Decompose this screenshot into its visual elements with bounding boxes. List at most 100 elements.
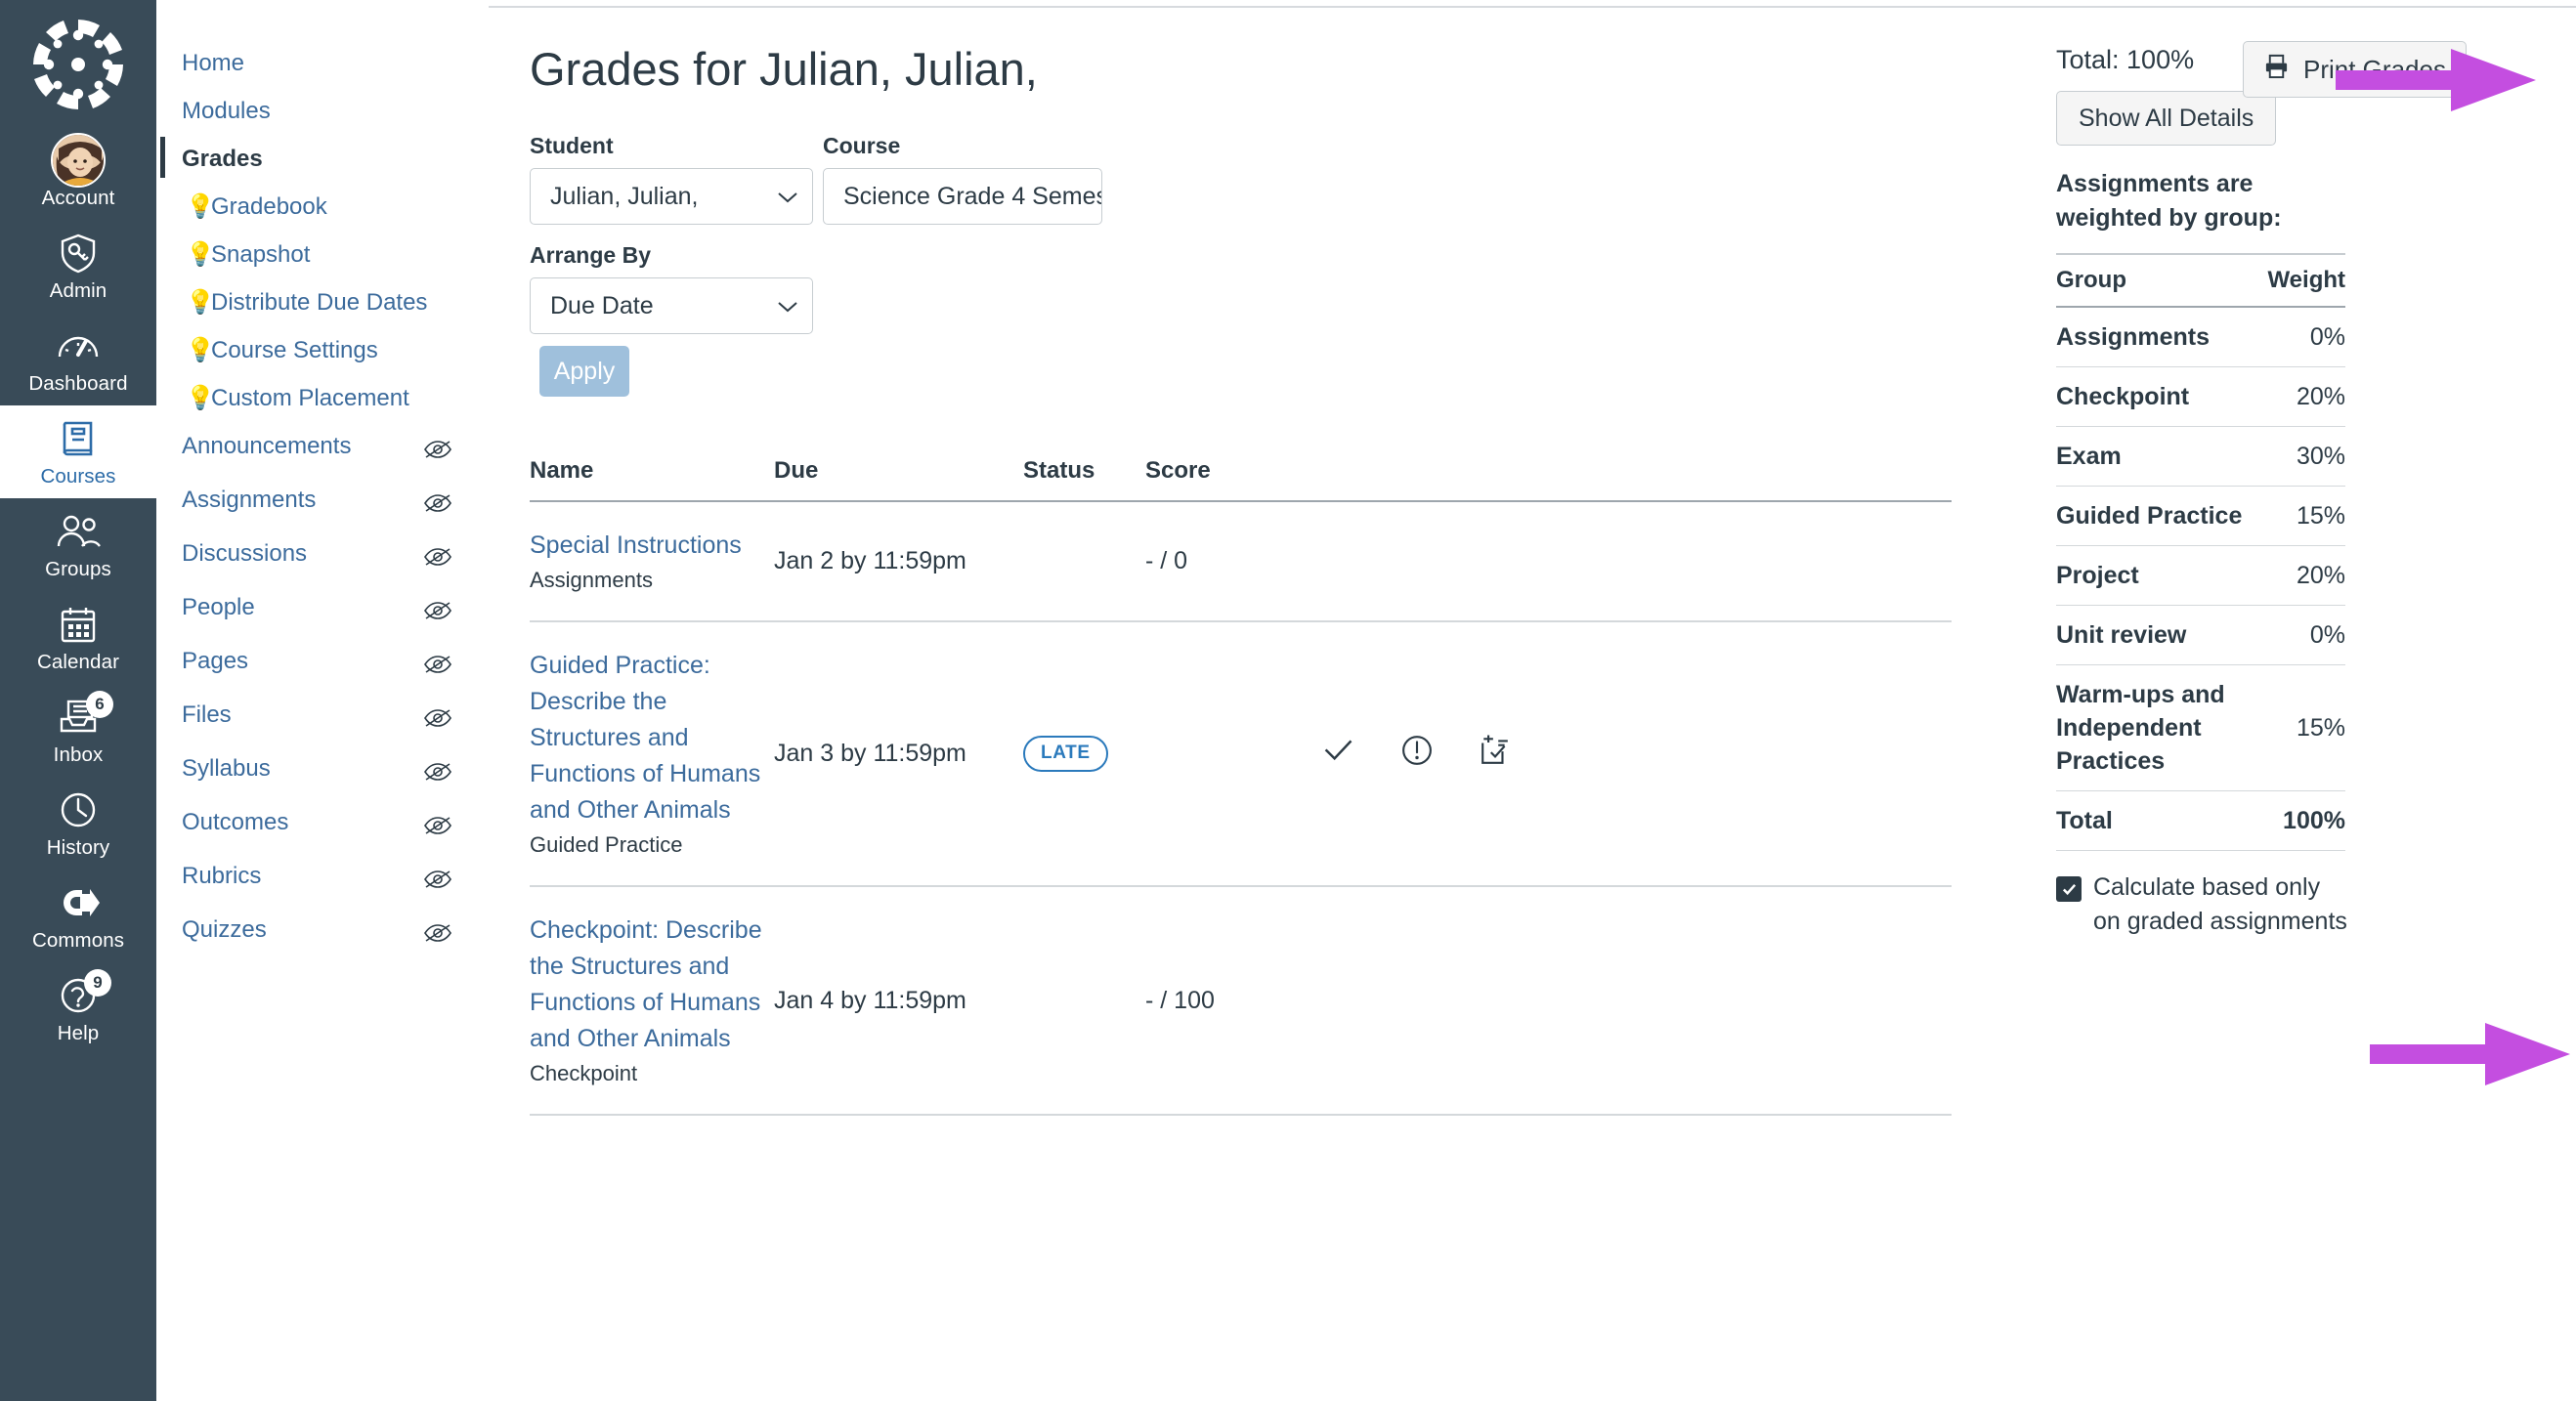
assignment-link[interactable]: Guided Practice: Describe the Structures…: [530, 648, 774, 828]
global-nav-item-groups[interactable]: Groups: [0, 498, 156, 591]
book-icon: [58, 416, 99, 461]
global-nav-item-calendar[interactable]: Calendar: [0, 591, 156, 684]
course-nav-item-custom-placement[interactable]: 💡Custom Placement: [156, 374, 488, 422]
weight-group-name: Warm-ups and Independent Practices: [2056, 664, 2268, 791]
table-row: Project 20%: [2056, 545, 2345, 606]
calculate-graded-only-row[interactable]: Calculate based only on graded assignmen…: [2056, 870, 2347, 939]
print-grades-button[interactable]: Print Grades: [2243, 41, 2467, 98]
assignment-group: Checkpoint: [530, 1061, 638, 1085]
hidden-eye-icon: [423, 436, 452, 468]
course-nav-label: People: [182, 594, 255, 620]
assignment-group-weights-table: Group Weight Assignments 0% Checkpoint 2…: [2056, 253, 2345, 851]
course-nav-item-rubrics[interactable]: Rubrics: [156, 852, 488, 906]
course-nav-item-home[interactable]: Home: [156, 39, 488, 87]
course-select[interactable]: Science Grade 4 Semester: [823, 168, 1102, 225]
grades-sidebar: Total: 100% Show All Details Assignments…: [1976, 37, 2347, 1116]
weight-value: 20%: [2267, 366, 2345, 427]
weights-header-row: Group Weight: [2056, 253, 2345, 308]
table-row: Special Instructions Assignments Jan 2 b…: [530, 501, 1952, 622]
global-nav-item-admin[interactable]: Admin: [0, 220, 156, 313]
course-nav-item-outcomes[interactable]: Outcomes: [156, 798, 488, 852]
course-nav-item-syllabus[interactable]: Syllabus: [156, 744, 488, 798]
global-nav-label: Groups: [45, 558, 111, 580]
hidden-eye-icon: [423, 489, 452, 522]
canvas-logo-icon[interactable]: [29, 16, 127, 113]
course-nav-item-gradebook[interactable]: 💡Gradebook: [156, 183, 488, 231]
course-nav-label: Pages: [182, 648, 249, 674]
rubric-icon[interactable]: [1480, 735, 1511, 773]
global-nav-label: Dashboard: [28, 372, 128, 395]
score-cell: - / 0: [1145, 501, 1321, 622]
due-cell: Jan 2 by 11:59pm: [774, 501, 1023, 622]
check-icon: [1321, 738, 1354, 771]
arrange-by-label: Arrange By: [530, 242, 651, 268]
weight-value: 20%: [2267, 545, 2345, 606]
hidden-eye-icon: [423, 812, 452, 844]
print-grades-label: Print Grades: [2303, 54, 2446, 84]
course-nav-item-quizzes[interactable]: Quizzes: [156, 906, 488, 959]
global-nav-item-account[interactable]: Account: [0, 127, 156, 220]
course-nav-label: Announcements: [182, 433, 352, 459]
course-nav-item-modules[interactable]: Modules: [156, 87, 488, 135]
calculate-graded-only-label: Calculate based only on graded assignmen…: [2093, 873, 2347, 935]
course-nav-item-files[interactable]: Files: [156, 691, 488, 744]
inbox-tray-icon: 6: [56, 691, 113, 740]
grades-table: Name Due Status Score Special Instructio…: [530, 457, 1952, 1116]
table-row: Exam 30%: [2056, 426, 2345, 487]
hidden-eye-icon: [423, 651, 452, 683]
weight-value: 30%: [2267, 426, 2345, 487]
weight-group-name: Checkpoint: [2056, 366, 2268, 427]
course-nav-label: Custom Placement: [211, 385, 409, 411]
course-nav-item-announcements[interactable]: Announcements: [156, 422, 488, 476]
show-all-details-button[interactable]: Show All Details: [2056, 91, 2277, 146]
table-row: Warm-ups and Independent Practices 15%: [2056, 664, 2345, 791]
apply-button[interactable]: Apply: [539, 346, 629, 397]
page-title: Grades for Julian, Julian,: [530, 43, 1038, 95]
course-nav-item-grades[interactable]: Grades: [156, 135, 488, 183]
weight-value: 15%: [2267, 486, 2345, 546]
column-header-name: Name: [530, 457, 774, 502]
course-nav-item-snapshot[interactable]: 💡Snapshot: [156, 231, 488, 278]
assignment-group: Guided Practice: [530, 832, 683, 857]
calculate-graded-only-checkbox[interactable]: [2056, 876, 2082, 902]
course-nav-label: Syllabus: [182, 755, 271, 782]
status-cell: [1023, 886, 1145, 1116]
weight-value: 0%: [2267, 307, 2345, 367]
course-nav-item-distribute-due-dates[interactable]: 💡Distribute Due Dates: [156, 278, 488, 326]
weight-group-name: Project: [2056, 545, 2268, 606]
global-nav-label: Help: [57, 1022, 100, 1044]
warning-circle-icon[interactable]: [1401, 735, 1433, 773]
assignment-link[interactable]: Checkpoint: Describe the Structures and …: [530, 913, 774, 1057]
weight-group-name: Total: [2056, 790, 2268, 851]
global-nav-label: Inbox: [53, 743, 104, 766]
arrange-by-select[interactable]: Due Date: [530, 277, 813, 334]
course-nav-label: Distribute Due Dates: [211, 289, 428, 316]
weight-value: 15%: [2267, 664, 2345, 791]
score-cell: [1145, 621, 1321, 887]
table-row: Checkpoint: Describe the Structures and …: [530, 886, 1952, 1116]
course-nav-label: Modules: [182, 98, 271, 124]
clock-icon: [58, 787, 99, 832]
global-nav-item-help[interactable]: 9 Help: [0, 962, 156, 1055]
row-icons-cell: [1321, 501, 1952, 622]
course-nav-item-course-settings[interactable]: 💡Course Settings: [156, 326, 488, 374]
global-nav-item-inbox[interactable]: 6 Inbox: [0, 684, 156, 777]
course-nav-item-people[interactable]: People: [156, 583, 488, 637]
course-nav-label: Home: [182, 50, 245, 76]
course-filter: Course Science Grade 4 Semester: [823, 133, 1102, 225]
course-nav-item-pages[interactable]: Pages: [156, 637, 488, 691]
weight-group-name: Exam: [2056, 426, 2268, 487]
course-nav-item-assignments[interactable]: Assignments: [156, 476, 488, 530]
student-select[interactable]: Julian, Julian,: [530, 168, 813, 225]
filters-row: Student Julian, Julian, Course Science G…: [530, 133, 1976, 225]
global-nav-item-courses[interactable]: Courses: [0, 405, 156, 498]
weight-value: 100%: [2267, 790, 2345, 851]
course-nav-label: Snapshot: [211, 241, 311, 268]
assignment-link[interactable]: Special Instructions: [530, 528, 774, 564]
course-nav-item-discussions[interactable]: Discussions: [156, 530, 488, 583]
global-nav-item-dashboard[interactable]: Dashboard: [0, 313, 156, 405]
global-nav-label: Commons: [31, 929, 125, 952]
column-header-icons: [1321, 457, 1952, 502]
global-nav-item-commons[interactable]: Commons: [0, 870, 156, 962]
global-nav-item-history[interactable]: History: [0, 777, 156, 870]
